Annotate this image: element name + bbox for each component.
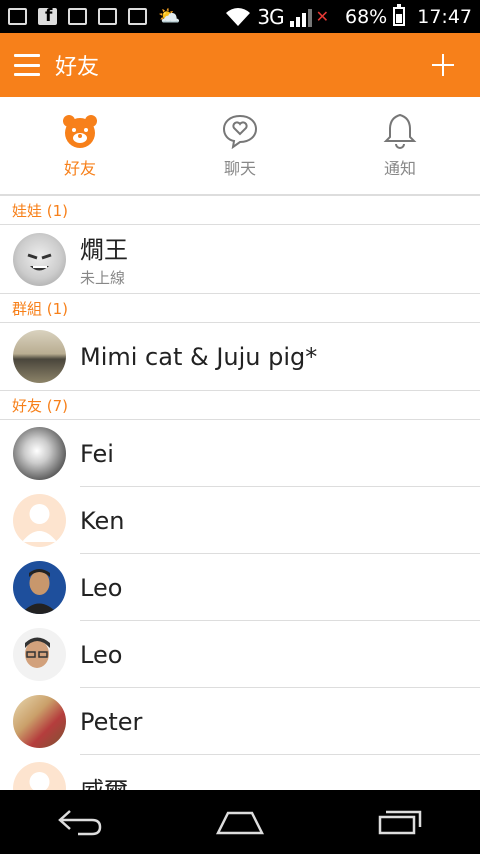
contact-name: Peter [80, 707, 143, 736]
add-icon[interactable] [432, 54, 454, 76]
image-icon [68, 8, 87, 25]
contact-name: Leo [80, 573, 123, 602]
tab-notifications[interactable]: 通知 [320, 97, 480, 194]
avatar [13, 232, 66, 286]
contact-list: 娃娃 (1) 燗王 未上線 群組 (1) Mimi cat & Juju pig… [0, 195, 480, 822]
wifi-icon [226, 7, 251, 26]
avatar [13, 695, 66, 748]
home-icon[interactable] [210, 802, 270, 842]
menu-icon[interactable] [14, 54, 40, 76]
avatar [13, 330, 66, 383]
android-icon [128, 8, 147, 25]
system-nav-bar [0, 790, 480, 854]
list-item[interactable]: Leo [0, 554, 480, 621]
bell-icon [383, 113, 417, 149]
weather-icon: ⛅ [158, 6, 181, 27]
section-header-friends: 好友 (7) [0, 390, 480, 420]
battery-icon [393, 4, 406, 26]
bear-icon [63, 114, 97, 148]
clock: 17:47 [417, 5, 472, 28]
signal-icon [289, 7, 312, 27]
back-notification-icon [8, 8, 27, 25]
list-item[interactable]: Mimi cat & Juju pig* [0, 323, 480, 390]
contact-name: Ken [80, 506, 125, 535]
list-item[interactable]: Fei [0, 420, 480, 487]
network-type: 3G [257, 4, 284, 29]
back-icon[interactable] [50, 802, 110, 842]
no-data-icon: ✕ [315, 7, 329, 26]
avatar [13, 628, 66, 681]
list-item[interactable]: Leo [0, 621, 480, 688]
status-bar: ⛅ 3G ✕ 68% 17:47 [0, 0, 480, 33]
section-header-babies: 娃娃 (1) [0, 195, 480, 225]
contact-name: 燗王 [80, 236, 128, 264]
tab-label: 通知 [383, 158, 416, 178]
avatar [13, 561, 66, 614]
list-item[interactable]: 燗王 未上線 [0, 225, 480, 293]
group-name: Mimi cat & Juju pig* [80, 342, 318, 371]
recent-apps-icon[interactable] [370, 802, 430, 842]
mail-icon [98, 8, 117, 25]
tab-friends[interactable]: 好友 [0, 97, 160, 194]
battery-percent: 68% [345, 5, 388, 28]
avatar [13, 427, 66, 480]
chat-heart-icon [222, 114, 258, 149]
app-bar: 好友 [0, 33, 480, 97]
default-avatar-icon [13, 494, 66, 547]
section-header-groups: 群組 (1) [0, 293, 480, 323]
page-title: 好友 [55, 55, 100, 80]
tab-bar: 好友 聊天 通知 [0, 97, 480, 195]
facebook-icon [38, 6, 57, 26]
tab-label: 好友 [63, 158, 96, 178]
contact-name: Fei [80, 439, 114, 468]
contact-name: Leo [80, 640, 123, 669]
list-item[interactable]: Peter [0, 688, 480, 755]
tab-chat[interactable]: 聊天 [160, 97, 320, 194]
screen: ⛅ 3G ✕ 68% 17:47 好友 [0, 0, 480, 854]
contact-status: 未上線 [80, 269, 126, 287]
notification-icons: ⛅ [8, 6, 180, 27]
list-item[interactable]: Ken [0, 487, 480, 554]
tab-label: 聊天 [223, 158, 256, 178]
